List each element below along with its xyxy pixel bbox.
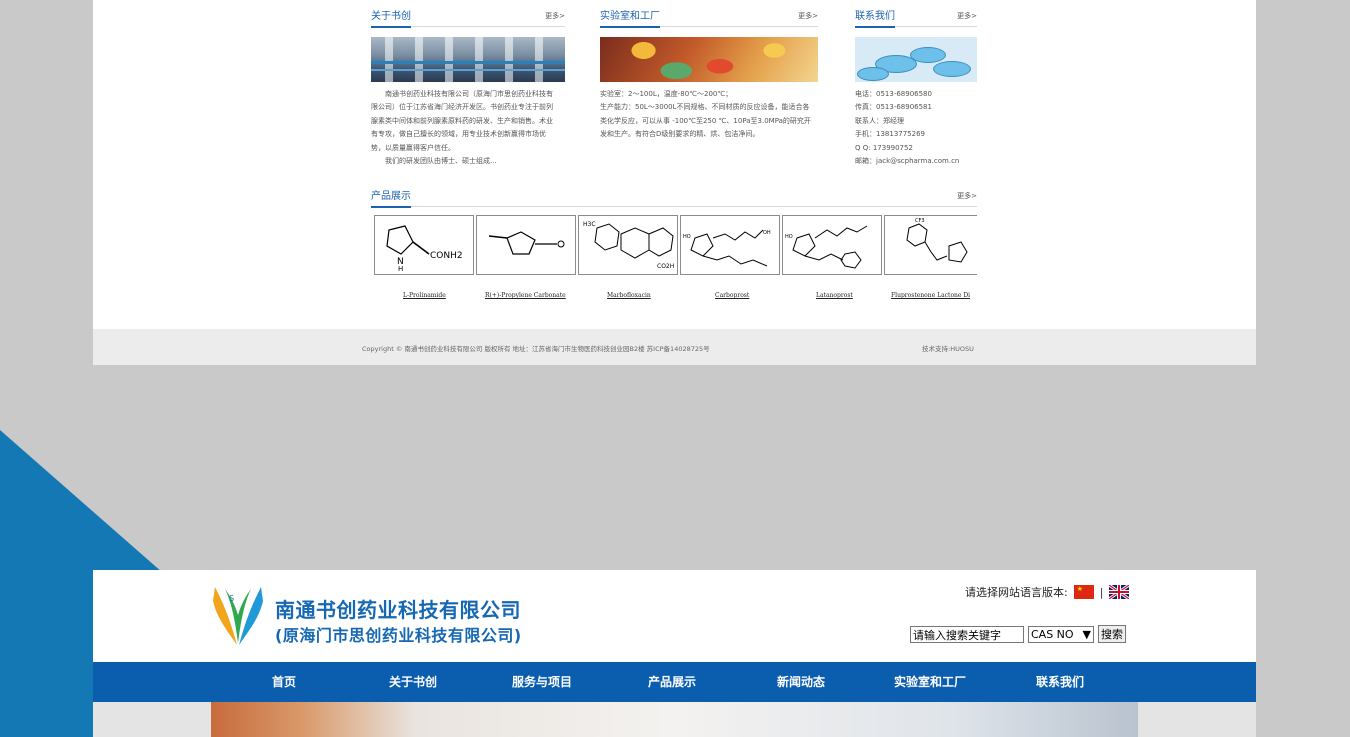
about-title[interactable]: 关于书创 bbox=[371, 7, 411, 28]
lab-text: 实验室：2～100L，温度-80℃～200℃； 生产能力：50L～3000L不同… bbox=[600, 90, 811, 139]
company-logo[interactable]: S bbox=[211, 585, 265, 647]
product-card-marbofloxacin[interactable]: H3C CO2H bbox=[578, 215, 678, 275]
contact-qq: Q Q: 173990752 bbox=[855, 143, 913, 152]
page-preview-bottom-section: 关于书创 更多> 南通书创药业科技有限公司（原海门市思创药业科技有 限公司）位于… bbox=[93, 0, 1256, 365]
banner-margin-left bbox=[93, 702, 211, 737]
product-label-latanoprost[interactable]: Latanoprost bbox=[816, 292, 853, 299]
product-card-latanoprost[interactable]: HO bbox=[782, 215, 882, 275]
products-title[interactable]: 产品展示 bbox=[371, 187, 411, 208]
company-name: 南通书创药业科技有限公司 bbox=[275, 598, 521, 622]
main-nav: 首页 关于书创 服务与项目 产品展示 新闻动态 实验室和工厂 联系我们 bbox=[93, 662, 1256, 702]
product-label-fluprostenone[interactable]: Fluprostenone Lactone Di bbox=[891, 292, 977, 299]
product-label-propylene-carbonate[interactable]: R(+)-Propylene Carbonate bbox=[485, 292, 566, 299]
language-label: 请选择网站语言版本: bbox=[965, 586, 1068, 599]
nav-news[interactable]: 新闻动态 bbox=[777, 662, 825, 702]
lab-header: 实验室和工厂 更多> bbox=[600, 0, 818, 28]
company-former-name: (原海门市思创药业科技有限公司) bbox=[275, 626, 522, 645]
product-card-carboprost[interactable]: HO OH bbox=[680, 215, 780, 275]
contact-title[interactable]: 联系我们 bbox=[855, 7, 895, 28]
china-flag-icon[interactable]: ★ bbox=[1073, 585, 1094, 599]
nav-services[interactable]: 服务与项目 bbox=[512, 662, 572, 702]
structure-icon bbox=[488, 231, 565, 255]
nav-contact[interactable]: 联系我们 bbox=[1036, 662, 1084, 702]
search-bar: 请输入搜索关键字 CAS NO ▼ 搜索 bbox=[910, 625, 1126, 643]
svg-text:H3C: H3C bbox=[583, 221, 596, 228]
search-button[interactable]: 搜索 bbox=[1098, 625, 1126, 643]
chevron-down-icon: ▼ bbox=[1082, 627, 1091, 641]
factory-image[interactable] bbox=[371, 37, 565, 82]
contact-more-link[interactable]: 更多> bbox=[957, 11, 977, 21]
hero-banner[interactable] bbox=[211, 702, 1138, 737]
language-selector: 请选择网站语言版本: ★ | bbox=[965, 584, 1130, 600]
structure-icon: CF3 bbox=[906, 218, 968, 263]
search-input[interactable]: 请输入搜索关键字 bbox=[910, 625, 1024, 643]
svg-text:CF3: CF3 bbox=[915, 218, 925, 224]
product-card-fluprostenone[interactable]: CF3 bbox=[884, 215, 977, 275]
lab-section: 实验室和工厂 更多> 实验室：2～100L，温度-80℃～200℃； 生产能力：… bbox=[600, 0, 818, 142]
product-label-marbofloxacin[interactable]: Marbofloxacin bbox=[607, 292, 651, 299]
search-type-select[interactable]: CAS NO ▼ bbox=[1028, 625, 1094, 643]
contact-mobile: 手机：13813775269 bbox=[855, 130, 925, 139]
copyright-text: Copyright © 南通书创药业科技有限公司 版权所有 地址：江苏省海门市生… bbox=[362, 345, 710, 353]
structure-icon: HO OH bbox=[683, 229, 771, 267]
svg-text:H: H bbox=[398, 265, 403, 273]
banner-margin-right bbox=[1138, 702, 1256, 737]
contact-phone: 电话：0513-68906580 bbox=[855, 90, 932, 98]
svg-text:HO: HO bbox=[683, 234, 691, 240]
page-preview-top-section: S 南通书创药业科技有限公司 (原海门市思创药业科技有限公司) 请选择网站语言版… bbox=[93, 570, 1256, 737]
products-more-link[interactable]: 更多> bbox=[957, 191, 977, 201]
product-carousel[interactable]: N H CONH2 H3C CO2H HO OH HO CF3 bbox=[371, 213, 977, 277]
nav-lab[interactable]: 实验室和工厂 bbox=[894, 662, 966, 702]
structure-icon: HO bbox=[785, 225, 868, 269]
contact-email: 邮箱：jack@scpharma.com.cn bbox=[855, 157, 960, 166]
contact-fax: 传真：0513-68906581 bbox=[855, 103, 932, 112]
product-label-prolinamide[interactable]: L-Prolinamide bbox=[403, 292, 446, 299]
nav-products[interactable]: 产品展示 bbox=[648, 662, 696, 702]
svg-text:S: S bbox=[229, 594, 234, 603]
svg-text:HO: HO bbox=[785, 234, 793, 240]
network-image[interactable] bbox=[855, 37, 977, 82]
product-card-prolinamide[interactable]: N H CONH2 bbox=[374, 215, 474, 275]
contact-section: 联系我们 更多> 电话：0513-68906580 传真：0513-689065… bbox=[855, 0, 977, 168]
about-section: 关于书创 更多> 南通书创药业科技有限公司（原海门市思创药业科技有 限公司）位于… bbox=[371, 0, 565, 168]
nav-about[interactable]: 关于书创 bbox=[389, 662, 437, 702]
contact-info: 电话：0513-68906580 传真：0513-68906581 联系人：郑经… bbox=[855, 88, 977, 168]
product-card-propylene-carbonate[interactable] bbox=[476, 215, 576, 275]
pills-image[interactable] bbox=[600, 37, 818, 82]
contact-person: 联系人：郑经理 bbox=[855, 116, 904, 125]
svg-text:CO2H: CO2H bbox=[657, 263, 674, 270]
product-label-carboprost[interactable]: Carboprost bbox=[715, 292, 749, 299]
products-header: 产品展示 更多> bbox=[371, 180, 977, 208]
footer: Copyright © 南通书创药业科技有限公司 版权所有 地址：江苏省海门市生… bbox=[93, 329, 1256, 365]
structure-icon: H3C CO2H bbox=[583, 221, 674, 270]
structure-icon: N H CONH2 bbox=[386, 225, 463, 273]
language-separator: | bbox=[1099, 585, 1104, 599]
tech-support-link[interactable]: 技术支持:HUOSU bbox=[922, 343, 974, 353]
about-text: 南通书创药业科技有限公司（原海门市思创药业科技有 限公司）位于江苏省海门经济开发… bbox=[371, 90, 553, 166]
contact-header: 联系我们 更多> bbox=[855, 0, 977, 28]
uk-flag-icon[interactable] bbox=[1109, 585, 1130, 599]
about-header: 关于书创 更多> bbox=[371, 0, 565, 28]
svg-text:OH: OH bbox=[763, 230, 771, 236]
svg-text:CONH2: CONH2 bbox=[430, 251, 463, 261]
about-more-link[interactable]: 更多> bbox=[545, 11, 565, 21]
nav-home[interactable]: 首页 bbox=[272, 662, 296, 702]
lab-title[interactable]: 实验室和工厂 bbox=[600, 7, 660, 28]
lab-more-link[interactable]: 更多> bbox=[798, 11, 818, 21]
